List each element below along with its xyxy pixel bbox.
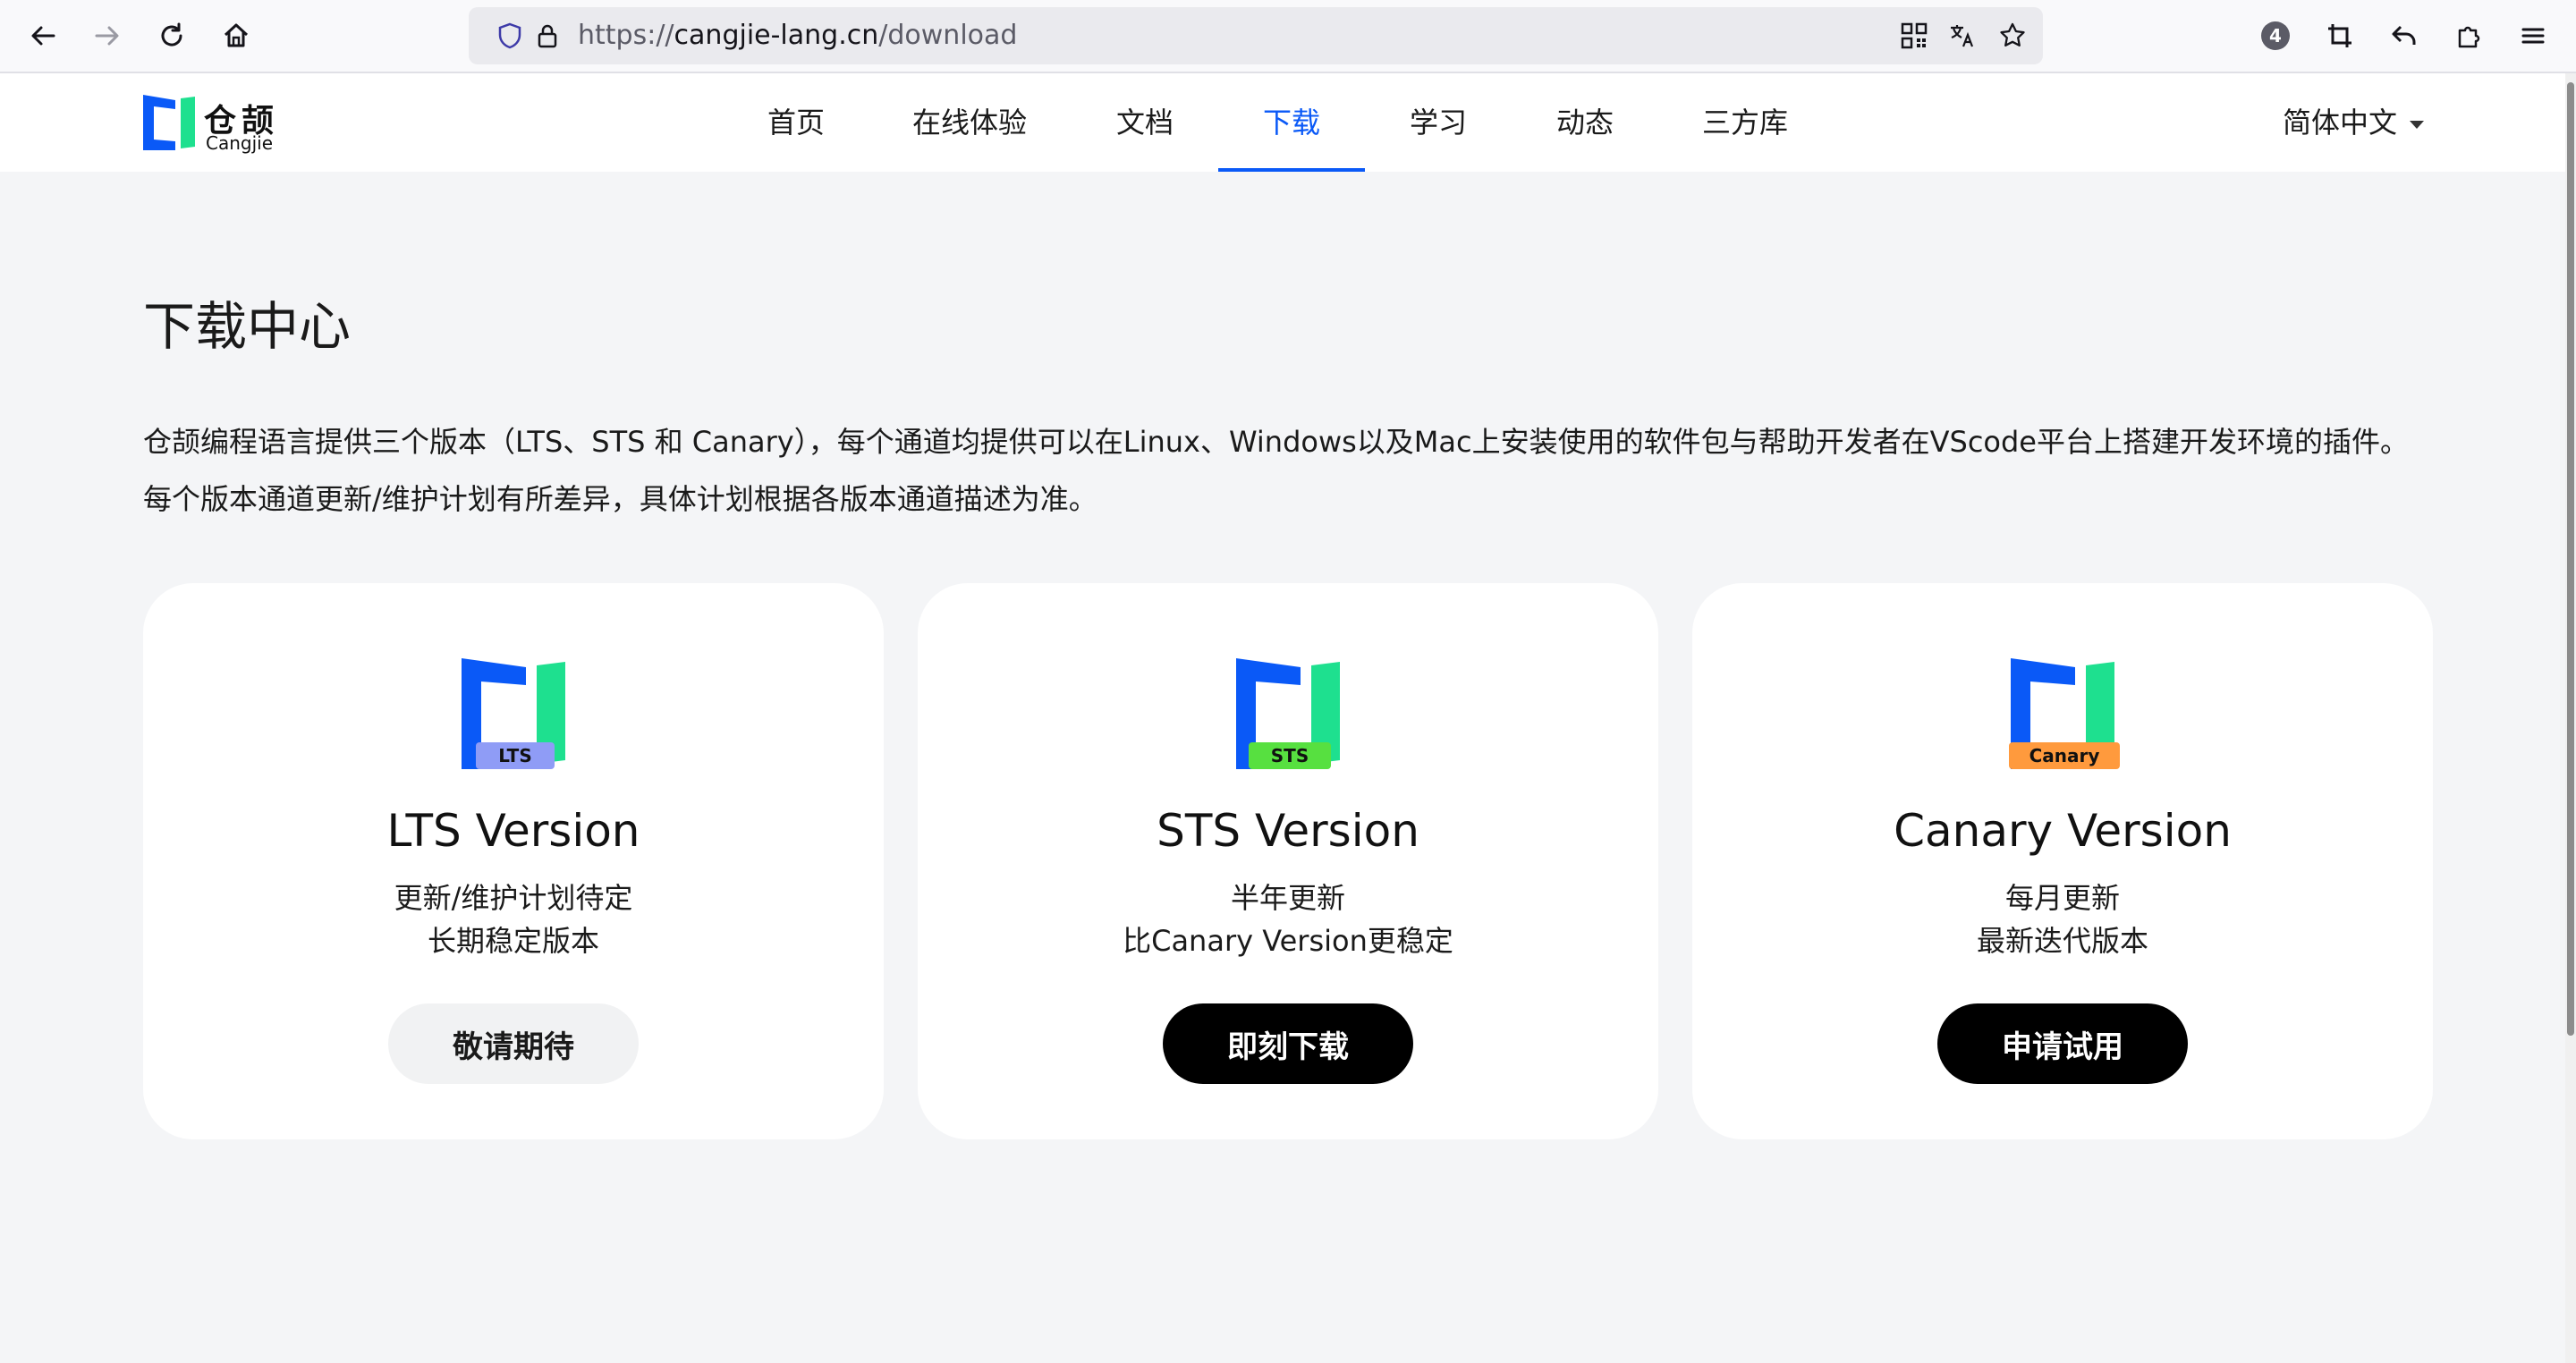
extensions-count: 4	[2261, 21, 2290, 50]
address-bar[interactable]: https://cangjie-lang.cn/download	[469, 7, 2043, 64]
hamburger-icon	[2521, 28, 2545, 44]
scrollbar-thumb[interactable]	[2567, 82, 2574, 1036]
cangjie-logo[interactable]: 仓颉 Cangjie	[141, 91, 320, 154]
url-text[interactable]: https://cangjie-lang.cn/download	[578, 7, 1017, 64]
language-selector[interactable]: 简体中文	[2283, 73, 2425, 172]
logo-text-en: Cangjie	[206, 132, 274, 154]
translate-icon[interactable]	[1948, 21, 1977, 50]
lts-tag: LTS	[476, 742, 555, 769]
sts-title: STS Version	[1157, 805, 1419, 857]
qr-code-icon[interactable]	[1900, 21, 1928, 50]
extensions-button[interactable]	[2449, 16, 2488, 55]
lts-desc-line2: 长期稳定版本	[427, 924, 599, 958]
browser-toolbar: https://cangjie-lang.cn/download 4	[0, 0, 2576, 73]
nav-item-playground[interactable]: 在线体验	[898, 73, 1041, 172]
shield-icon[interactable]	[496, 21, 524, 50]
nav-item-learn[interactable]: 学习	[1390, 73, 1487, 172]
reload-icon	[161, 22, 182, 47]
lts-title: LTS Version	[386, 805, 640, 857]
nav-active-underline	[1218, 168, 1365, 172]
reload-button[interactable]	[152, 16, 191, 55]
sts-description: 半年更新 比Canary Version更稳定	[918, 876, 1658, 962]
canary-desc-line2: 最新迭代版本	[1976, 924, 2148, 958]
menu-button[interactable]	[2513, 16, 2553, 55]
caret-down-icon	[2410, 120, 2425, 129]
nav-item-home[interactable]: 首页	[748, 73, 844, 172]
sts-tag: STS	[1249, 742, 1331, 769]
forward-button[interactable]	[88, 16, 127, 55]
back-button[interactable]	[23, 16, 63, 55]
bookmark-star-icon[interactable]	[1998, 21, 2027, 50]
canary-tag: Canary	[2009, 742, 2120, 769]
lock-icon[interactable]	[533, 21, 562, 50]
sts-desc-line2: 比Canary Version更稳定	[1123, 924, 1453, 958]
arrow-right-icon	[95, 26, 119, 46]
page-title: 下载中心	[143, 296, 352, 357]
lts-desc-line1: 更新/维护计划待定	[394, 881, 633, 915]
apply-trial-button[interactable]: 申请试用	[1937, 1003, 2188, 1084]
site-header: 仓颉 Cangjie 首页 在线体验 文档 下载 学习 动态 三方库 简体中文	[0, 73, 2565, 172]
nav-item-download[interactable]: 下载	[1243, 73, 1340, 172]
home-button[interactable]	[216, 16, 256, 55]
home-icon	[224, 23, 249, 47]
nav-item-news[interactable]: 动态	[1537, 73, 1633, 172]
arrow-left-icon	[31, 26, 55, 46]
lts-description: 更新/维护计划待定 长期稳定版本	[143, 876, 884, 962]
undo-icon	[2392, 25, 2416, 45]
download-now-button[interactable]: 即刻下载	[1163, 1003, 1413, 1084]
crop-icon	[2328, 24, 2351, 47]
extensions-badge-button[interactable]: 4	[2256, 16, 2295, 55]
sts-desc-line1: 半年更新	[1230, 881, 1345, 915]
language-label: 简体中文	[2283, 106, 2398, 140]
coming-soon-button[interactable]: 敬请期待	[388, 1003, 639, 1084]
intro-paragraph: 仓颉编程语言提供三个版本（LTS、STS 和 Canary），每个通道均提供可以…	[143, 425, 2409, 516]
puzzle-icon	[2458, 26, 2480, 48]
nav-item-docs[interactable]: 文档	[1097, 73, 1193, 172]
undo-button[interactable]	[2385, 16, 2424, 55]
cangjie-logo-icon	[143, 95, 195, 150]
canary-desc-line1: 每月更新	[2004, 881, 2120, 915]
lts-card: LTS LTS Version 更新/维护计划待定 长期稳定版本 敬请期待	[143, 583, 884, 1139]
canary-description: 每月更新 最新迭代版本	[1692, 876, 2433, 962]
canary-title: Canary Version	[1894, 805, 2232, 857]
canary-card: Canary Canary Version 每月更新 最新迭代版本 申请试用	[1692, 583, 2433, 1139]
sts-card: STS STS Version 半年更新 比Canary Version更稳定 …	[918, 583, 1658, 1139]
crop-button[interactable]	[2320, 16, 2360, 55]
nav-item-third-party[interactable]: 三方库	[1687, 73, 1803, 172]
